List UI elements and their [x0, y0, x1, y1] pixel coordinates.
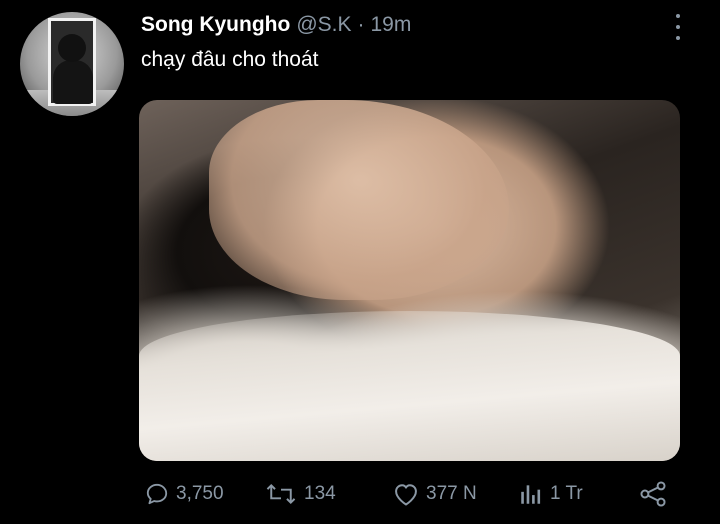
user-handle[interactable]: @S.K: [296, 13, 351, 37]
retweet-count: 134: [304, 483, 336, 504]
reply-button[interactable]: 3,750: [144, 478, 224, 510]
speech-bubble-icon: [146, 483, 168, 505]
avatar[interactable]: [20, 12, 124, 116]
views-button[interactable]: 1 Tr: [518, 478, 583, 510]
tweet-media-photo[interactable]: [139, 100, 680, 461]
separator-dot: ·: [357, 13, 365, 36]
share-button[interactable]: [638, 478, 668, 510]
tweet-header: Song Kyungho @S.K · 19m: [141, 13, 411, 39]
photo-hand-region: [209, 100, 509, 300]
avatar-person-head: [58, 34, 86, 62]
bar-chart-icon: [521, 485, 541, 504]
share-icon: [640, 481, 666, 507]
tweet-text: chạy đâu cho thoát: [141, 48, 319, 71]
heart-icon: [395, 484, 417, 506]
views-count: 1 Tr: [550, 483, 583, 504]
retweet-button[interactable]: 134: [264, 478, 336, 510]
tweet-actions-bar: 3,750 134 377 N 1 Tr: [140, 478, 680, 510]
retweet-arrows-icon: [266, 483, 296, 505]
like-button[interactable]: 377 N: [392, 478, 477, 510]
reply-count: 3,750: [176, 483, 224, 504]
timestamp[interactable]: 19m: [370, 13, 411, 37]
more-vertical-icon[interactable]: [668, 14, 688, 40]
avatar-person-body: [53, 60, 93, 104]
display-name[interactable]: Song Kyungho: [141, 13, 290, 37]
photo-sheet-region: [139, 311, 680, 461]
like-count: 377 N: [426, 483, 477, 504]
